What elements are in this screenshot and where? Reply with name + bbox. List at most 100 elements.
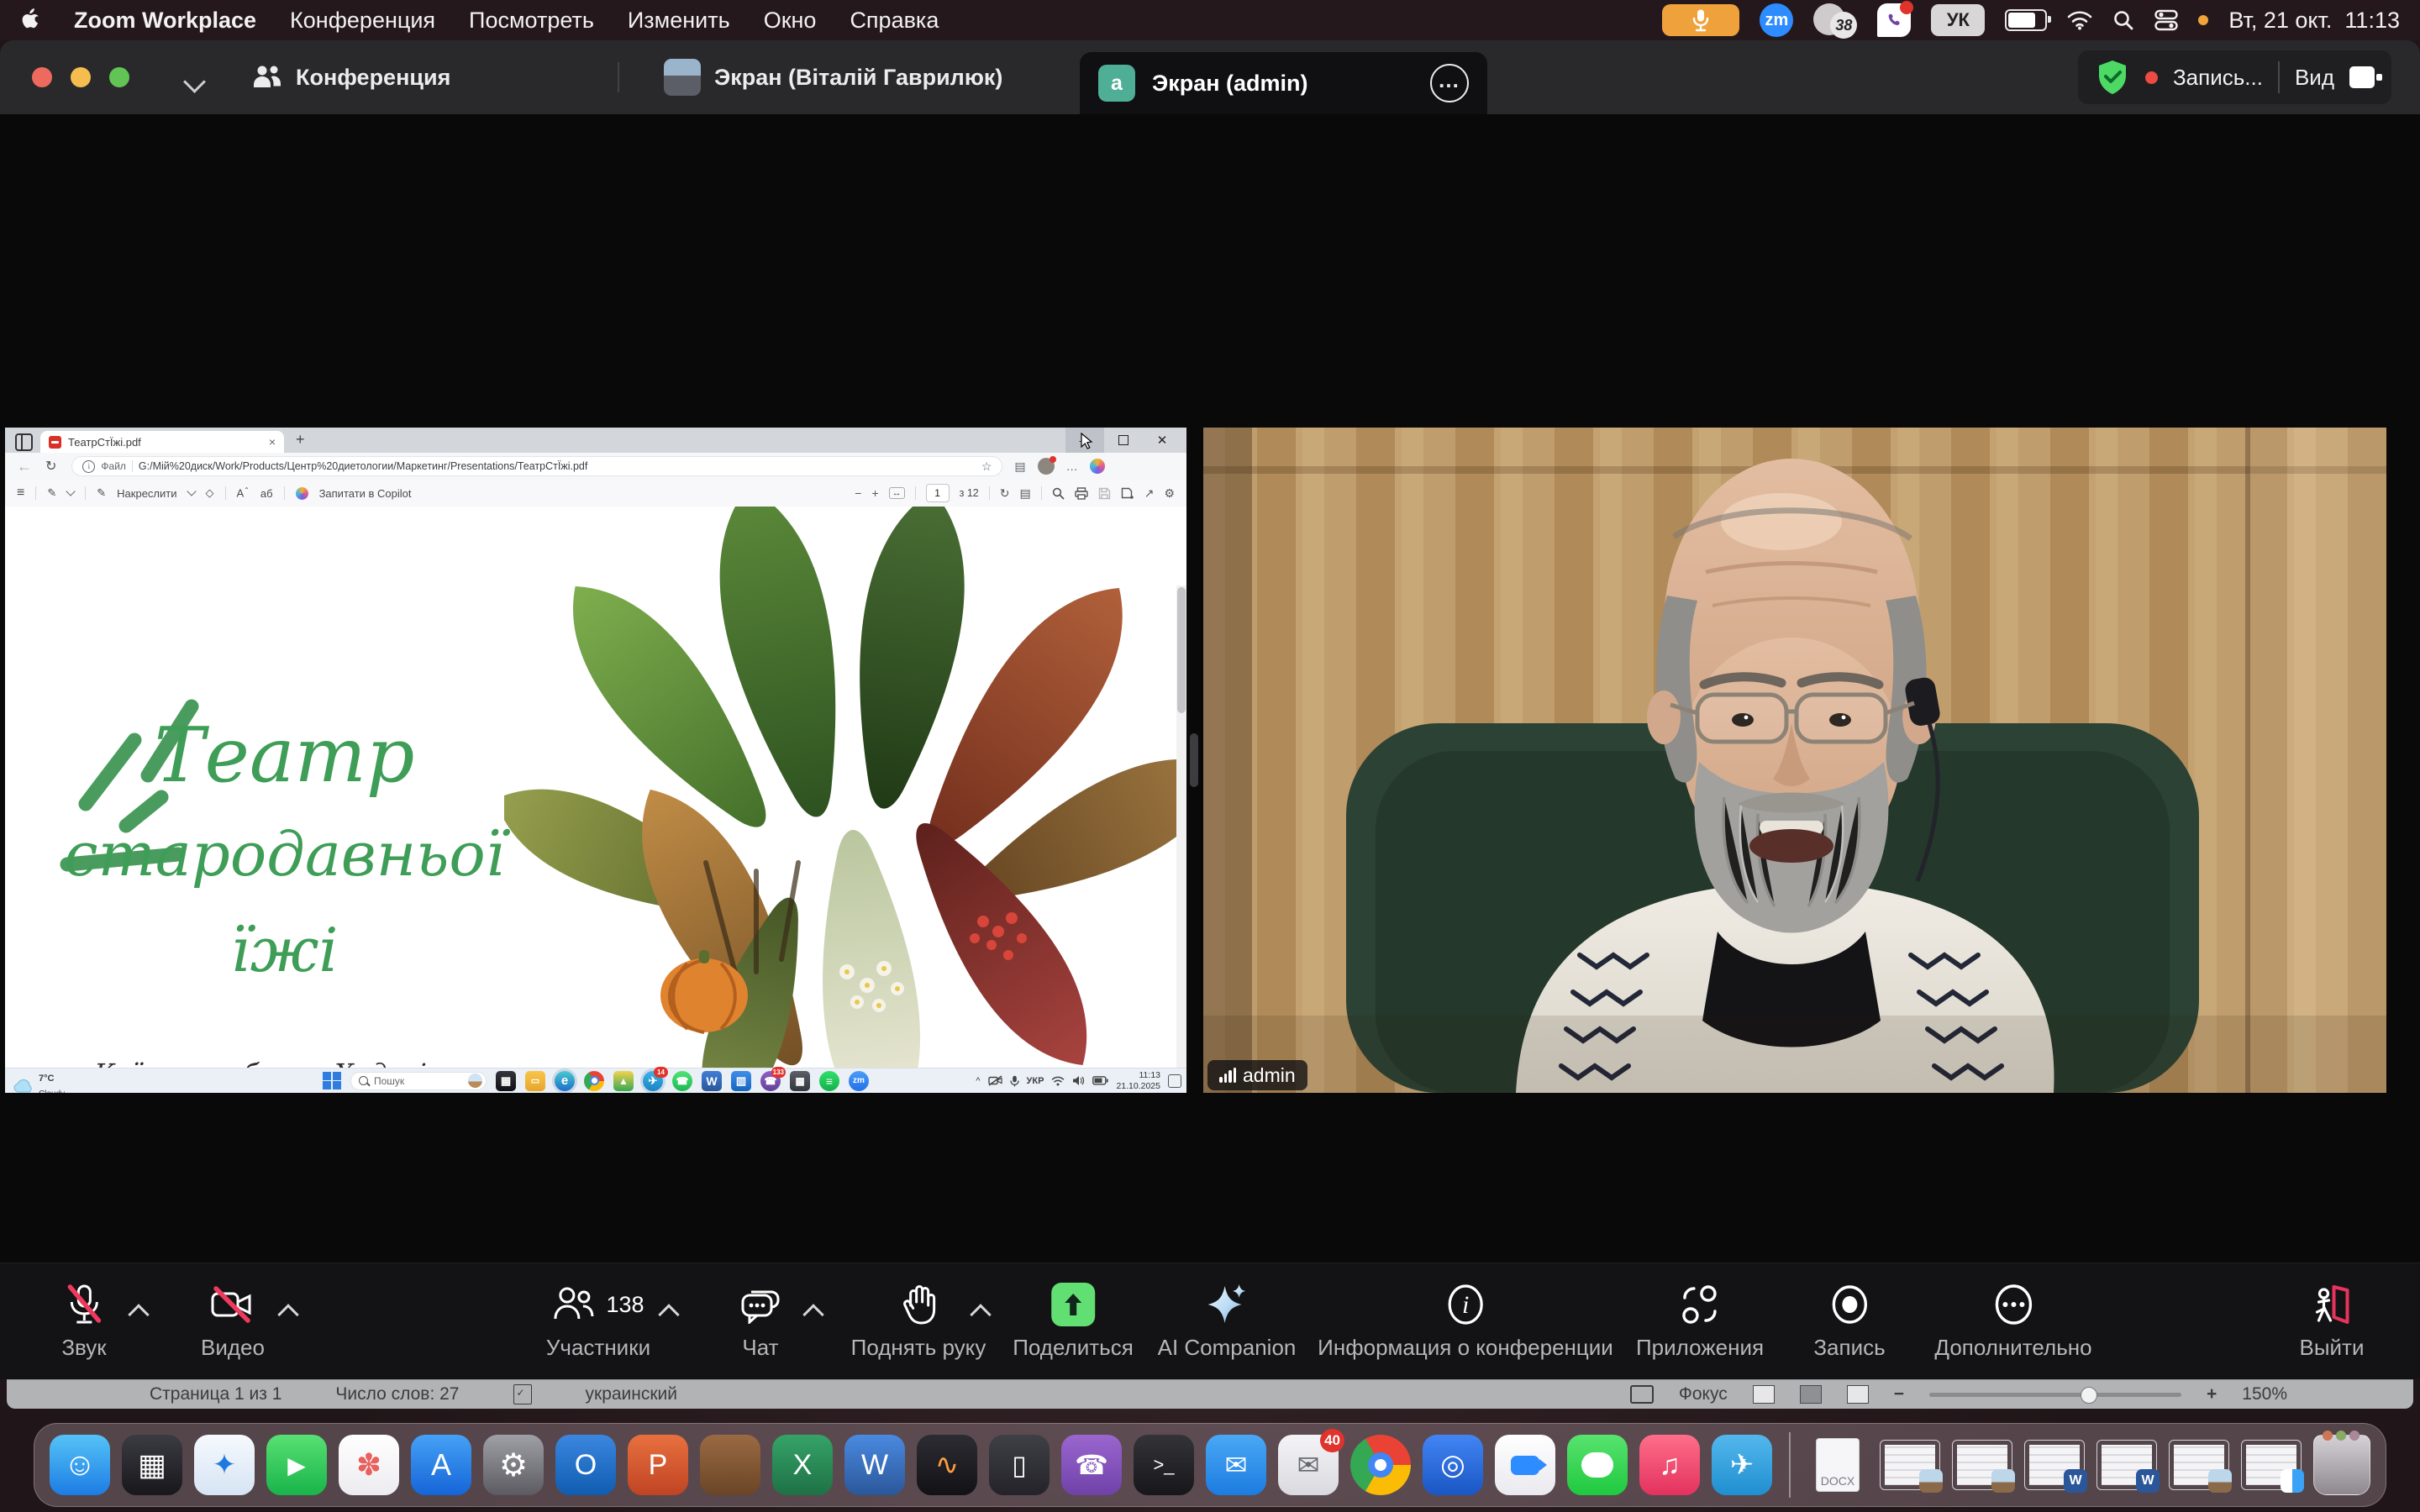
record-button[interactable]: Запись [1813, 1263, 1885, 1379]
word-print-layout-icon[interactable] [1800, 1385, 1822, 1404]
participants-button[interactable]: 138 Участники [546, 1263, 650, 1379]
tab-options-icon[interactable]: … [1430, 64, 1469, 102]
tab-conference[interactable]: Конференция [252, 40, 450, 114]
translate-label[interactable]: аб [260, 487, 273, 500]
dock-zoom[interactable] [1495, 1435, 1555, 1495]
wifi-icon[interactable] [2067, 10, 2092, 30]
dock-window-thumb[interactable] [1880, 1440, 1940, 1490]
dock-outlook[interactable]: O [555, 1435, 616, 1495]
taskbar-chrome-icon[interactable] [584, 1071, 604, 1091]
draw-pen-icon[interactable]: ✎ [97, 486, 106, 500]
viber-status-icon[interactable] [1877, 3, 1911, 37]
chat-options-chevron[interactable] [802, 1304, 823, 1325]
video-options-chevron[interactable] [277, 1304, 298, 1325]
taskbar-whatsapp-icon[interactable]: ☎ [672, 1071, 692, 1091]
tray-expand-icon[interactable]: ^ [976, 1076, 980, 1086]
taskbar-viber-icon[interactable]: ☎133 [760, 1071, 781, 1091]
highlight-chevron-icon[interactable] [66, 486, 76, 496]
keyboard-layout-indicator[interactable]: УК [1931, 4, 1985, 36]
leave-button[interactable]: Выйти [2300, 1263, 2365, 1379]
close-window-button[interactable] [32, 67, 52, 87]
browser-restore-button[interactable] [1104, 428, 1143, 453]
word-focus-label[interactable]: Фокус [1679, 1384, 1728, 1404]
fit-width-icon[interactable]: ↔ [889, 487, 905, 499]
word-zoom-in[interactable]: + [2207, 1384, 2217, 1404]
word-count[interactable]: Число слов: 27 [335, 1384, 459, 1404]
taskbar-start-button[interactable] [323, 1072, 341, 1090]
tab-screen-admin[interactable]: a Экран (admin) … [1080, 52, 1487, 114]
dock-mail[interactable]: ✉ [1206, 1435, 1266, 1495]
dock-viber[interactable]: ☎ [1061, 1435, 1122, 1495]
tab-screen-vitaliy[interactable]: Экран (Віталій Гаврилюк) [664, 40, 1002, 114]
dock-powerpoint[interactable]: P [628, 1435, 688, 1495]
pdf-toc-icon[interactable]: ≡ [17, 486, 24, 501]
site-info-icon[interactable]: i [82, 460, 95, 473]
dock-terminal[interactable]: >_ [1134, 1435, 1194, 1495]
word-page-info[interactable]: Страница 1 из 1 [150, 1384, 281, 1404]
dock-mail-unread[interactable]: ✉40 [1278, 1435, 1339, 1495]
ai-companion-button[interactable]: AI Companion [1158, 1263, 1297, 1379]
chat-button[interactable]: Чат [739, 1263, 781, 1379]
eraser-icon[interactable]: ◇ [206, 486, 214, 500]
shared-screen[interactable]: ТеатрСтЇжі.pdf × + — ✕ ← ↻ i Файл [5, 428, 1186, 1093]
dock-system-settings[interactable]: ⚙ [483, 1435, 544, 1495]
dock-brown-app[interactable] [700, 1435, 760, 1495]
tray-mic-icon[interactable] [1010, 1075, 1019, 1087]
menubar-app-name[interactable]: Zoom Workplace [74, 8, 256, 34]
tray-clock[interactable]: 11:1321.10.2025 [1116, 1070, 1160, 1091]
zoom-in-icon[interactable]: + [871, 486, 878, 500]
dock-window-thumb[interactable] [1952, 1440, 2012, 1490]
dock-facetime[interactable]: ▶ [266, 1435, 327, 1495]
taskbar-spotify-icon[interactable]: ≡ [819, 1071, 839, 1091]
recording-label[interactable]: Запись... [2173, 65, 2263, 91]
zoom-status-icon[interactable]: zm [1760, 3, 1793, 37]
word-focus-icon[interactable] [1630, 1385, 1654, 1404]
new-tab-button[interactable]: + [296, 431, 305, 449]
dock-window-thumb[interactable] [2169, 1440, 2229, 1490]
dock-blue-app[interactable]: ◎ [1423, 1435, 1483, 1495]
taskbar-google-drive-icon[interactable]: ▲ [613, 1071, 634, 1091]
minimize-window-button[interactable] [71, 67, 91, 87]
menubar-menu-item[interactable]: Посмотреть [469, 8, 594, 34]
word-zoom-level[interactable]: 150% [2242, 1384, 2287, 1404]
draw-chevron-icon[interactable] [187, 486, 196, 496]
dock-messages[interactable] [1567, 1435, 1628, 1495]
control-center-icon[interactable] [2154, 9, 2178, 31]
word-proofing-icon[interactable] [513, 1384, 532, 1404]
taskbar-taskbar-search[interactable]: Пошук [350, 1072, 487, 1090]
read-aloud-icon[interactable]: A⌃ [237, 486, 250, 499]
audio-button[interactable]: Звук [61, 1263, 106, 1379]
word-web-layout-icon[interactable] [1847, 1385, 1869, 1404]
word-read-mode-icon[interactable] [1753, 1385, 1775, 1404]
taskbar-zoom-icon[interactable]: zm [849, 1071, 869, 1091]
mic-in-use-indicator[interactable] [1662, 4, 1739, 36]
taskbar-word-icon[interactable]: W [702, 1071, 722, 1091]
spotlight-search-icon[interactable] [2112, 9, 2134, 31]
taskbar-task-view-icon[interactable]: ▦ [496, 1071, 516, 1091]
view-layout-icon[interactable] [2349, 66, 2375, 88]
browser-close-button[interactable]: ✕ [1143, 428, 1181, 453]
battery-icon[interactable] [2005, 9, 2047, 31]
menubar-menu-item[interactable]: Справка [850, 8, 939, 34]
dock-chrome[interactable] [1350, 1435, 1411, 1495]
taskbar-trello-icon[interactable]: ▥ [731, 1071, 751, 1091]
word-zoom-slider[interactable] [1929, 1393, 2181, 1397]
browser-profile-avatar[interactable] [1038, 458, 1055, 475]
dock-excel[interactable]: X [772, 1435, 833, 1495]
taskbar-telegram-icon[interactable]: ✈14 [643, 1071, 663, 1091]
dock-docx-stack[interactable]: DOCX [1807, 1435, 1868, 1495]
dock-window-thumb[interactable]: W [2024, 1440, 2085, 1490]
browser-reload-icon[interactable]: ↻ [45, 458, 56, 475]
dock-photos[interactable]: ✽ [339, 1435, 399, 1495]
expand-icon[interactable]: ↗ [1144, 486, 1155, 501]
word-zoom-out[interactable]: − [1894, 1384, 1904, 1404]
tray-notifications-icon[interactable] [1168, 1074, 1181, 1088]
browser-menu-icon[interactable]: … [1066, 459, 1078, 473]
apps-button[interactable]: Приложения [1636, 1263, 1764, 1379]
menubar-menu-item[interactable]: Окно [764, 8, 817, 34]
browser-tab[interactable]: ТеатрСтЇжі.pdf × [40, 431, 284, 453]
taskbar-file-explorer-icon[interactable]: ▭ [525, 1071, 545, 1091]
pdf-settings-icon[interactable]: ⚙ [1164, 486, 1175, 501]
meeting-info-button[interactable]: i Информация о конференции [1318, 1263, 1613, 1379]
zoom-out-icon[interactable]: − [855, 486, 861, 500]
